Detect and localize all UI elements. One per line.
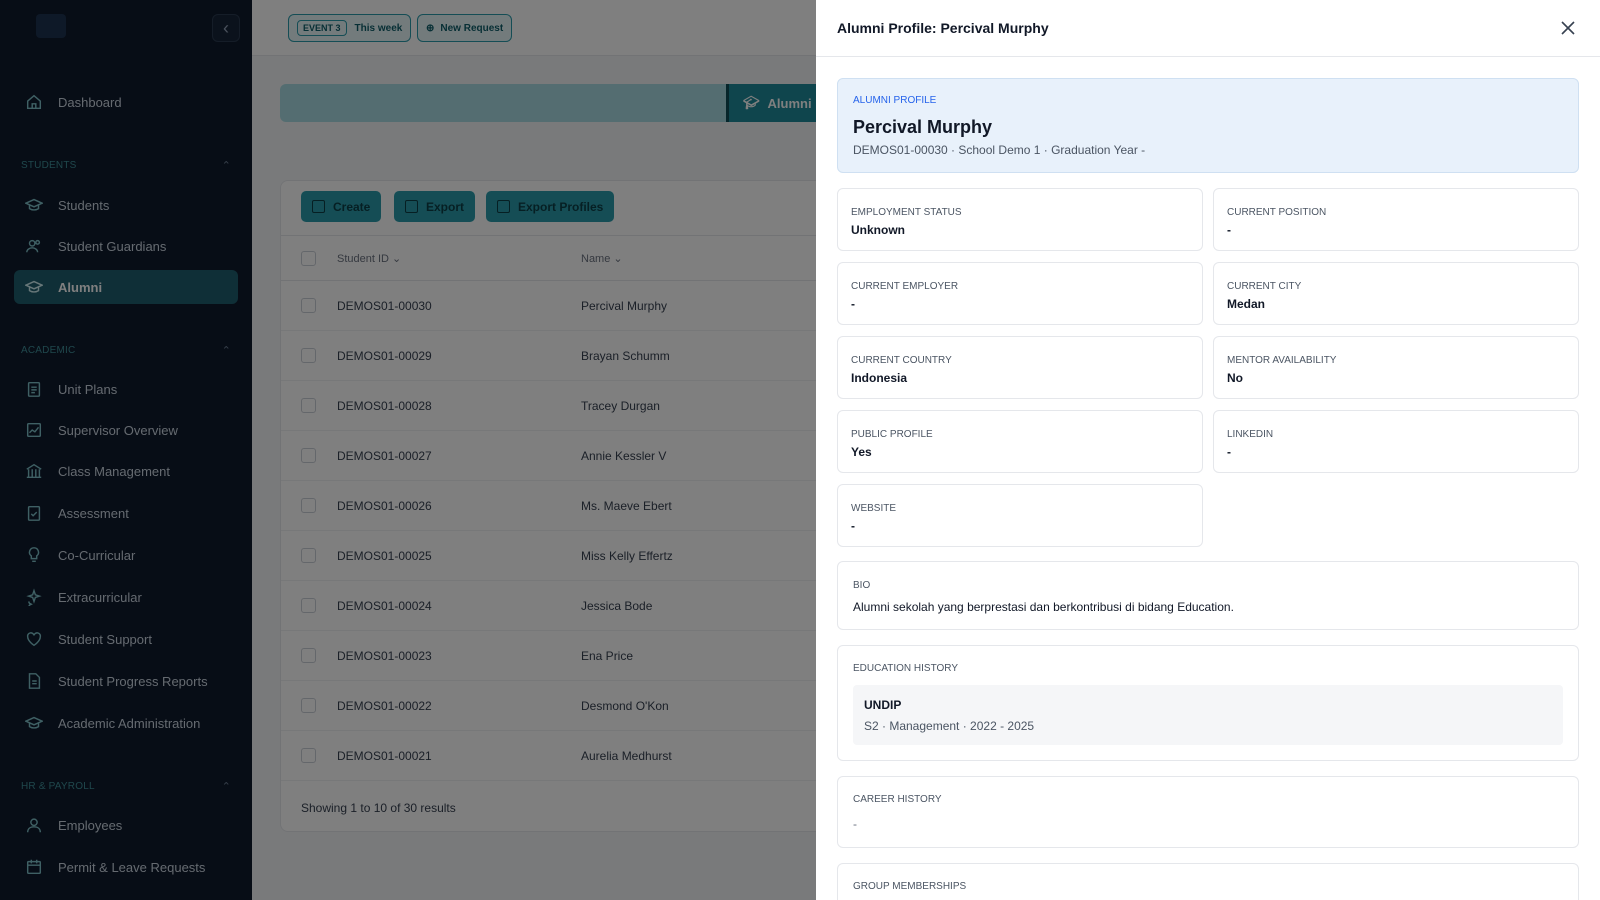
field-value: No — [1227, 371, 1243, 385]
field-current-employer: CURRENT EMPLOYER - — [837, 262, 1203, 325]
profile-hero: ALUMNI PROFILE Percival Murphy DEMOS01-0… — [837, 78, 1579, 173]
education-history-section: EDUCATION HISTORY UNDIP S2 · Management … — [837, 645, 1579, 761]
field-current-position: CURRENT POSITION - — [1213, 188, 1579, 251]
education-institution: UNDIP — [864, 698, 902, 712]
bio-label: BIO — [853, 580, 871, 591]
field-label: CURRENT CITY — [1227, 281, 1302, 292]
career-history-section: CAREER HISTORY - — [837, 776, 1579, 848]
group-memberships-section: GROUP MEMBERSHIPS — [837, 863, 1579, 900]
group-memberships-label: GROUP MEMBERSHIPS — [853, 881, 967, 892]
field-value: Medan — [1227, 297, 1266, 311]
career-history-value: - — [853, 817, 857, 831]
field-linkedin: LINKEDIN - — [1213, 410, 1579, 473]
panel-header: Alumni Profile: Percival Murphy — [816, 0, 1600, 57]
field-label: EMPLOYMENT STATUS — [851, 207, 962, 218]
field-value: Indonesia — [851, 371, 908, 385]
field-value: - — [851, 297, 855, 311]
field-value: - — [1227, 445, 1231, 459]
field-label: MENTOR AVAILABILITY — [1227, 355, 1337, 366]
education-details: S2 · Management · 2022 - 2025 — [864, 719, 1035, 733]
panel-title: Alumni Profile: Percival Murphy — [837, 20, 1049, 36]
alumni-profile-panel: Alumni Profile: Percival Murphy ALUMNI P… — [816, 0, 1600, 900]
field-value: - — [1227, 223, 1231, 237]
field-label: CURRENT POSITION — [1227, 207, 1327, 218]
alumni-subtitle: DEMOS01-00030 · School Demo 1 · Graduati… — [853, 143, 1146, 157]
field-employment-status: EMPLOYMENT STATUS Unknown — [837, 188, 1203, 251]
bio-section: BIO Alumni sekolah yang berprestasi dan … — [837, 561, 1579, 630]
bio-text: Alumni sekolah yang berprestasi dan berk… — [853, 600, 1234, 614]
field-current-city: CURRENT CITY Medan — [1213, 262, 1579, 325]
close-icon[interactable] — [1558, 18, 1578, 38]
education-entry: UNDIP S2 · Management · 2022 - 2025 — [853, 685, 1563, 745]
modal-backdrop[interactable] — [0, 0, 816, 900]
field-mentor-availability: MENTOR AVAILABILITY No — [1213, 336, 1579, 399]
field-label: LINKEDIN — [1227, 429, 1274, 440]
field-label: CURRENT COUNTRY — [851, 355, 952, 366]
field-label: CURRENT EMPLOYER — [851, 281, 959, 292]
field-public-profile: PUBLIC PROFILE Yes — [837, 410, 1203, 473]
field-website: WEBSITE - — [837, 484, 1203, 547]
alumni-name: Percival Murphy — [853, 117, 993, 137]
education-history-label: EDUCATION HISTORY — [853, 663, 959, 674]
field-label: PUBLIC PROFILE — [851, 429, 933, 440]
career-history-label: CAREER HISTORY — [853, 794, 942, 805]
hero-label: ALUMNI PROFILE — [853, 95, 937, 106]
field-value: Yes — [851, 445, 872, 459]
field-current-country: CURRENT COUNTRY Indonesia — [837, 336, 1203, 399]
field-value: - — [851, 519, 855, 533]
field-label: WEBSITE — [851, 503, 897, 514]
field-value: Unknown — [851, 223, 905, 237]
